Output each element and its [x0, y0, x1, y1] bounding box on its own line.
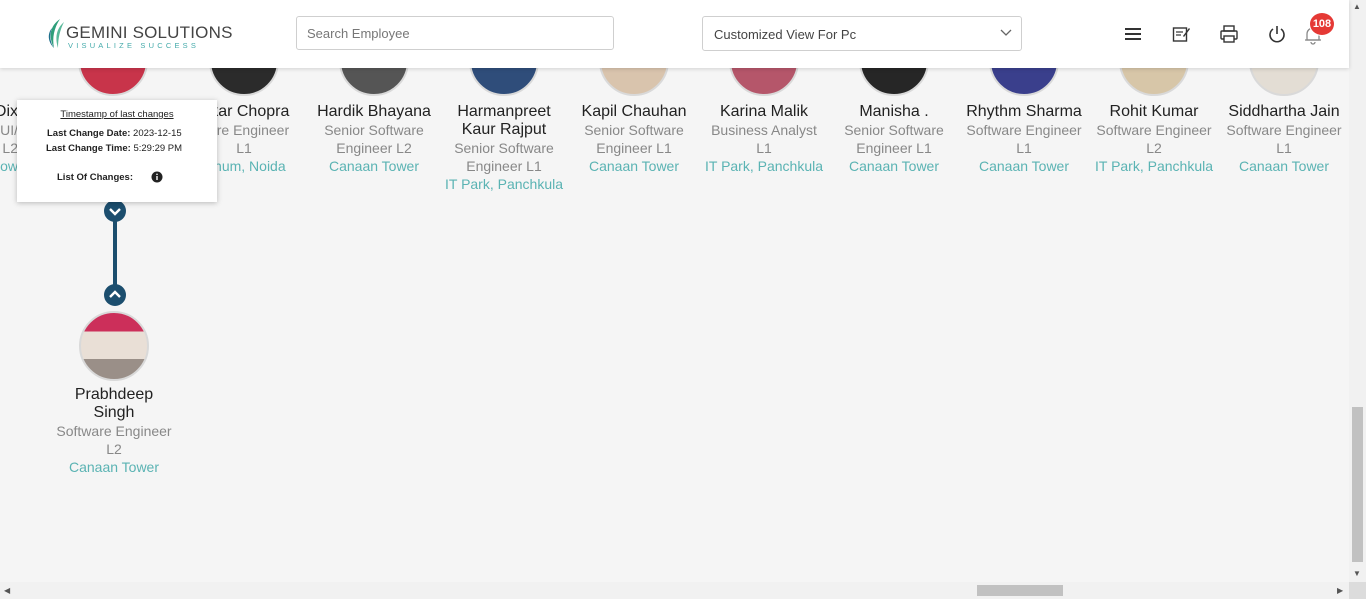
- employee-name: Manisha .: [859, 103, 929, 120]
- employee-name: Karina Malik: [719, 103, 809, 120]
- top-header: GEMINI SOLUTIONS VISUALIZE SUCCESS Custo…: [0, 0, 1349, 68]
- employee-role: Engineer L2: [336, 140, 412, 156]
- vertical-scroll-thumb[interactable]: [1352, 407, 1363, 562]
- info-icon[interactable]: [151, 171, 163, 183]
- employee-role: Senior Software: [324, 122, 424, 138]
- employee-card[interactable]: Kapil Chauhan Senior Software Engineer L…: [570, 103, 698, 175]
- employee-role: Senior Software: [454, 140, 554, 156]
- employee-name: Hardik Bhayana: [317, 103, 431, 120]
- employee-role: L1: [1276, 140, 1292, 156]
- employee-name: Kapil Chauhan: [581, 103, 687, 120]
- employee-name: Prabhdeep: [74, 386, 154, 403]
- view-select-value: Customized View For Pc: [714, 27, 857, 42]
- employee-role: Software Engineer: [1226, 122, 1342, 138]
- employee-role: Software Engineer: [56, 423, 172, 439]
- menu-icon[interactable]: [1123, 24, 1143, 44]
- employee-card[interactable]: Dix UI/ r L2 ow: [0, 103, 18, 175]
- employee-role: UI/: [0, 122, 18, 138]
- hierarchy-connector-line: [113, 216, 117, 290]
- employee-location[interactable]: IT Park, Panchkula: [440, 175, 568, 193]
- last-change-date-label: Last Change Date:: [47, 128, 131, 139]
- list-of-changes-label: List Of Changes:: [57, 172, 134, 183]
- notification-count-badge[interactable]: 108: [1309, 12, 1335, 36]
- employee-role: Senior Software: [584, 122, 684, 138]
- last-change-date-value: 2023-12-15: [133, 128, 182, 139]
- employee-location[interactable]: IT Park, Panchkula: [700, 157, 828, 175]
- horizontal-scrollbar[interactable]: [0, 582, 1349, 599]
- tooltip-title: Timestamp of last changes: [60, 109, 174, 120]
- employee-role: Software Engineer: [1096, 122, 1212, 138]
- brand-tagline: VISUALIZE SUCCESS: [68, 41, 200, 50]
- employee-role: Engineer L1: [466, 158, 542, 174]
- employee-location[interactable]: Canaan Tower: [570, 157, 698, 175]
- view-select-dropdown[interactable]: Customized View For Pc: [702, 16, 1022, 51]
- employee-card[interactable]: Hardik Bhayana Senior Software Engineer …: [310, 103, 438, 175]
- leaf-logo-icon: [48, 19, 64, 48]
- employee-card[interactable]: Karina Malik Business Analyst L1 IT Park…: [700, 103, 828, 175]
- employee-name: Siddhartha Jain: [1228, 103, 1340, 120]
- employee-name: Rohit Kumar: [1109, 103, 1199, 120]
- employee-card[interactable]: Rohit Kumar Software Engineer L2 IT Park…: [1090, 103, 1218, 175]
- search-employee-input[interactable]: [296, 16, 614, 50]
- employee-name: Dix: [0, 103, 18, 120]
- employee-role: Software Engineer: [966, 122, 1082, 138]
- employee-location[interactable]: IT Park, Panchkula: [1090, 157, 1218, 175]
- employee-card[interactable]: Siddhartha Jain Software Engineer L1 Can…: [1220, 103, 1348, 175]
- company-logo[interactable]: GEMINI SOLUTIONS VISUALIZE SUCCESS: [46, 16, 232, 52]
- employee-name: Rhythm Sharma: [966, 103, 1082, 120]
- employee-name: Harmanpreet Kaur Rajput: [457, 103, 551, 138]
- notes-icon[interactable]: [1171, 24, 1191, 44]
- horizontal-scroll-thumb[interactable]: [977, 585, 1063, 596]
- brand-name: GEMINI SOLUTIONS: [66, 23, 233, 42]
- expand-up-button[interactable]: [104, 284, 126, 306]
- employee-card[interactable]: Harmanpreet Kaur Rajput Senior Software …: [440, 103, 568, 193]
- employee-role: Engineer L1: [856, 140, 932, 156]
- print-icon[interactable]: [1219, 24, 1239, 44]
- employee-role: L2: [106, 441, 122, 457]
- scroll-up-arrow-icon[interactable]: ▲: [1353, 2, 1361, 11]
- chevron-down-icon: [109, 208, 121, 216]
- scroll-left-arrow-icon[interactable]: ◀: [4, 586, 10, 595]
- employee-name: Singh: [93, 404, 135, 421]
- employee-location[interactable]: Canaan Tower: [1220, 157, 1348, 175]
- last-changes-tooltip: Timestamp of last changes Last Change Da…: [17, 100, 217, 202]
- employee-role: L1: [756, 140, 772, 156]
- employee-role: L1: [1016, 140, 1032, 156]
- employee-card[interactable]: Prabhdeep Singh Software Engineer L2 Can…: [50, 386, 178, 476]
- scroll-right-arrow-icon[interactable]: ▶: [1337, 586, 1343, 595]
- employee-role: r L2: [0, 140, 18, 156]
- power-icon[interactable]: [1267, 24, 1287, 44]
- employee-location[interactable]: Canaan Tower: [960, 157, 1088, 175]
- employee-role: Business Analyst: [711, 122, 817, 138]
- scrollbar-corner: [1349, 582, 1366, 599]
- employee-card[interactable]: Manisha . Senior Software Engineer L1 Ca…: [830, 103, 958, 175]
- employee-location[interactable]: Canaan Tower: [830, 157, 958, 175]
- employee-role: L2: [1146, 140, 1162, 156]
- employee-location[interactable]: ow: [0, 157, 18, 175]
- last-change-time-label: Last Change Time:: [46, 143, 131, 154]
- last-change-time-value: 5:29:29 PM: [133, 143, 183, 154]
- chevron-up-icon: [109, 290, 121, 298]
- employee-location[interactable]: Canaan Tower: [310, 157, 438, 175]
- collapse-button[interactable]: [104, 200, 126, 222]
- employee-location[interactable]: Canaan Tower: [50, 458, 178, 476]
- avatar[interactable]: [79, 311, 149, 381]
- chevron-down-icon: [1000, 29, 1012, 36]
- scroll-down-arrow-icon[interactable]: ▼: [1353, 569, 1361, 578]
- employee-role: Senior Software: [844, 122, 944, 138]
- employee-role: Engineer L1: [596, 140, 672, 156]
- employee-card[interactable]: Rhythm Sharma Software Engineer L1 Canaa…: [960, 103, 1088, 175]
